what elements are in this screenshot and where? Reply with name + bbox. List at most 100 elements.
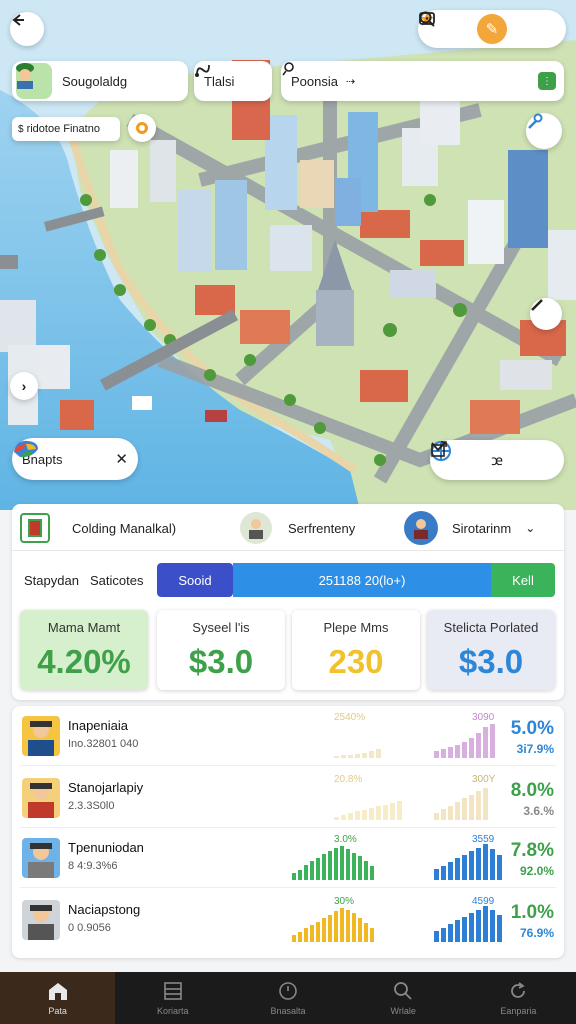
stat-label: Stelicta Porlated xyxy=(443,620,539,635)
avatar xyxy=(22,900,60,940)
bar xyxy=(304,865,308,880)
row-percent-sub: 76.9% xyxy=(519,926,554,940)
bar xyxy=(362,753,367,758)
row-percent-main: 1.0% xyxy=(510,902,554,923)
chevron-down-icon[interactable]: ⌄ xyxy=(525,521,535,535)
nav-item-5[interactable]: Eanparia xyxy=(461,972,576,1024)
list-item[interactable]: Tpenuniodan 8 4:9.3%6 7.8% 92.0% 3.0% 3559 xyxy=(12,828,564,888)
segment-left[interactable]: Sooid xyxy=(157,563,233,597)
list-item[interactable]: Naciapstong 0 0.9056 1.0% 76.9% 30% 4599 xyxy=(12,890,564,950)
row-subtitle: 8 4:9.3%6 xyxy=(68,860,118,872)
share-icon[interactable] xyxy=(430,440,448,458)
chat-icon[interactable] xyxy=(418,10,436,28)
header-item-2[interactable]: Serfrenteny xyxy=(288,521,404,536)
nav-item-2[interactable]: Koriarta xyxy=(115,972,230,1024)
row-percent-main: 5.0% xyxy=(510,718,554,739)
edit-map-button[interactable] xyxy=(530,298,562,330)
list-icon xyxy=(162,981,184,1003)
header-item-3[interactable]: Sirotarinm xyxy=(452,521,511,536)
bar xyxy=(469,738,474,758)
close-icon[interactable]: ✕ xyxy=(115,450,128,468)
bar xyxy=(434,869,439,880)
bar xyxy=(476,848,481,880)
chart-top-label-left: 3.0% xyxy=(334,834,357,845)
bar xyxy=(441,866,446,880)
bar xyxy=(441,809,446,820)
row-name: Tpenuniodan xyxy=(68,840,144,855)
bar xyxy=(455,745,460,758)
orange-dot-icon xyxy=(136,122,148,134)
bar xyxy=(376,806,381,820)
map-view-controls: ꭢ xyxy=(430,440,564,480)
profile-icon[interactable]: ✎ xyxy=(477,14,507,44)
bar xyxy=(304,928,308,942)
row-divider xyxy=(20,887,556,888)
bar xyxy=(322,918,326,942)
bar xyxy=(352,853,356,880)
nav-label: Pata xyxy=(48,1005,67,1016)
bar xyxy=(397,801,402,820)
green-menu-button[interactable]: ⋮ xyxy=(538,72,556,90)
bar xyxy=(292,935,296,942)
map-chip[interactable]: Bnapts ✕ xyxy=(12,438,138,480)
row-name: Naciapstong xyxy=(68,902,141,917)
stat-card-4[interactable]: Stelicta Porlated $3.0 xyxy=(427,610,555,690)
header-item-1[interactable]: Colding Manalkal) xyxy=(72,521,240,536)
mini-bar-chart xyxy=(434,722,495,758)
orange-dot-button[interactable] xyxy=(128,114,156,142)
info-icon[interactable]: ꭢ xyxy=(491,451,503,470)
nav-item-4[interactable]: Wrlale xyxy=(346,972,461,1024)
bar xyxy=(455,858,460,880)
bar xyxy=(490,910,495,942)
location-pill[interactable]: Poonsia ⇢ ⋮ xyxy=(281,61,564,101)
bar xyxy=(383,805,388,820)
arrow-right-icon: ⇢ xyxy=(345,75,356,88)
search-icon xyxy=(392,981,414,1003)
user-pill[interactable]: Sougolaldg xyxy=(12,61,188,101)
nav-item-1[interactable]: Pata xyxy=(0,972,116,1024)
bar xyxy=(355,811,360,820)
chevron-right-icon: › xyxy=(21,378,27,394)
tab-2[interactable]: Saticotes xyxy=(90,573,156,588)
header-avatar-2 xyxy=(240,512,272,544)
bar xyxy=(328,915,332,942)
bar xyxy=(310,925,314,942)
row-percent-main: 8.0% xyxy=(510,780,554,801)
expand-left-button[interactable]: › xyxy=(10,372,38,400)
tab-1[interactable]: Stapydan xyxy=(24,573,90,588)
stat-card-3[interactable]: Plepe Mms 230 xyxy=(292,610,420,690)
stat-label: Syseel l'is xyxy=(192,620,250,635)
bar xyxy=(348,755,353,758)
bar xyxy=(462,798,467,820)
bar xyxy=(298,870,302,880)
tool-button[interactable] xyxy=(526,113,562,149)
bar xyxy=(434,813,439,820)
bar xyxy=(497,915,502,942)
row-percent-sub: 3.6.% xyxy=(523,804,554,818)
mini-bar-chart xyxy=(292,846,374,880)
back-button[interactable] xyxy=(10,12,44,46)
secondary-pill[interactable]: $ ridotoe Finatno xyxy=(12,117,120,141)
nav-item-3[interactable]: Bnasalta xyxy=(230,972,345,1024)
list-item[interactable]: Inapeniaia Ino.32801 040 5.0% 3i7.9% 2540% 30… xyxy=(12,706,564,766)
wrench-icon xyxy=(528,113,543,129)
bar xyxy=(340,846,344,880)
stat-card-1[interactable]: Mama Mamt 4.20% xyxy=(20,610,148,690)
stat-card-2[interactable]: Syseel l'is $3.0 xyxy=(157,610,285,690)
segment-right[interactable]: Kell xyxy=(491,563,555,597)
search-pill[interactable]: Tlalsi xyxy=(194,61,272,101)
city-map[interactable]: ✎ Sougolaldg Tlalsi Poonsia ⇢ ⋮ $ ridoto… xyxy=(0,0,576,510)
list-item[interactable]: Stanojarlapiy 2.3.3S0l0 8.0% 3.6.% 20.8% 300Y xyxy=(12,768,564,828)
bar xyxy=(469,851,474,880)
row-name: Stanojarlapiy xyxy=(68,780,144,795)
segment-mid[interactable]: 251188 20(lo+) xyxy=(233,563,491,597)
bar xyxy=(455,920,460,942)
bar xyxy=(448,862,453,880)
stat-value: 4.20% xyxy=(37,643,131,680)
bar xyxy=(370,928,374,942)
bar xyxy=(334,817,339,820)
row-subtitle: Ino.32801 040 xyxy=(68,738,139,750)
bar xyxy=(434,751,439,758)
bar xyxy=(390,803,395,820)
stat-label: Mama Mamt xyxy=(47,620,121,635)
